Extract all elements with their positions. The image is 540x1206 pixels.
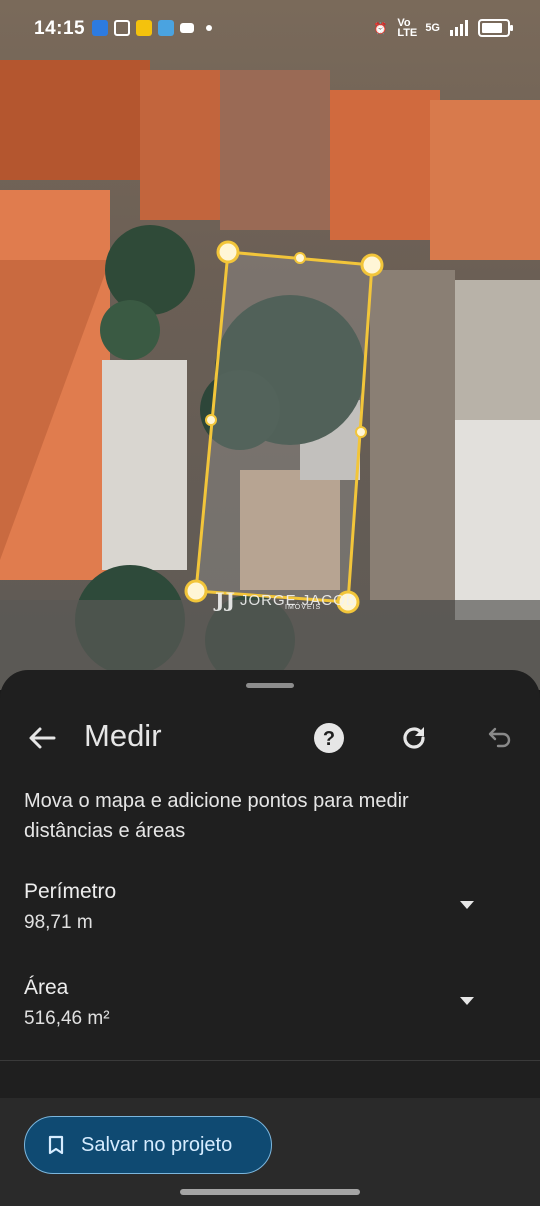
arrow-left-icon xyxy=(29,727,56,749)
perimeter-value: 98,71 m xyxy=(24,912,93,933)
signal-label: 5G xyxy=(425,22,440,34)
chevron-down-icon[interactable] xyxy=(457,994,477,1008)
status-right: ⏰ Vo LTE 5G xyxy=(373,17,513,39)
undo-button[interactable] xyxy=(482,722,514,754)
watermark-logo: JJ xyxy=(215,588,236,612)
perimeter-row[interactable]: Perímetro 98,71 m xyxy=(0,870,540,950)
svg-text:?: ? xyxy=(323,728,335,750)
youtube-icon xyxy=(180,23,194,33)
area-value: 516,46 m² xyxy=(24,1008,110,1029)
network-label: Vo LTE xyxy=(397,17,418,39)
chevron-down-icon[interactable] xyxy=(457,898,477,912)
app-icon xyxy=(92,20,108,36)
map-imagery xyxy=(0,60,540,690)
area-label: Área xyxy=(24,976,69,999)
help-button[interactable]: ? xyxy=(313,722,345,754)
satellite-map[interactable]: JJ JORGE JACOB IMÓVEIS xyxy=(0,0,540,690)
signal-icon xyxy=(450,20,468,36)
measure-sheet: Medir ? Mova o mapa e adicione pontos pa… xyxy=(0,670,540,1206)
refresh-button[interactable] xyxy=(398,722,430,754)
help-circle-icon: ? xyxy=(314,723,344,753)
alarm-icon: ⏰ xyxy=(373,22,388,35)
status-bar: 14:15 ⏰ Vo LTE 5G xyxy=(0,0,540,62)
app-icon xyxy=(158,20,174,36)
save-to-project-label: Salvar no projeto xyxy=(81,1133,233,1156)
undo-icon xyxy=(488,727,511,748)
perimeter-label: Perímetro xyxy=(24,880,117,903)
more-notifications-icon xyxy=(206,25,212,31)
area-row[interactable]: Área 516,46 m² xyxy=(0,966,540,1046)
gesture-bar[interactable] xyxy=(180,1189,360,1195)
divider xyxy=(0,1060,540,1061)
refresh-icon xyxy=(403,727,425,749)
notification-icons xyxy=(92,20,212,36)
instructions-text: Mova o mapa e adicione pontos para medir… xyxy=(24,790,409,842)
back-button[interactable] xyxy=(24,720,60,756)
save-to-project-button[interactable]: Salvar no projeto xyxy=(24,1116,272,1174)
watermark-sub: IMÓVEIS xyxy=(285,604,322,611)
page-title: Medir xyxy=(84,718,162,753)
battery-icon xyxy=(478,19,513,37)
bookmark-icon xyxy=(48,1135,64,1155)
drag-handle[interactable] xyxy=(246,683,294,688)
app-icon xyxy=(136,20,152,36)
status-time: 14:15 xyxy=(34,18,86,39)
app-icon xyxy=(114,20,130,36)
